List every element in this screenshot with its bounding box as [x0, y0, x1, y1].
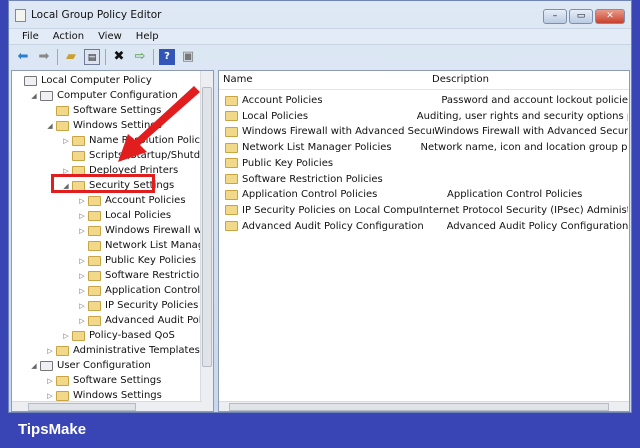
red-arrow-annotation: [118, 86, 200, 162]
brand-logo: TipsMake: [18, 421, 87, 438]
